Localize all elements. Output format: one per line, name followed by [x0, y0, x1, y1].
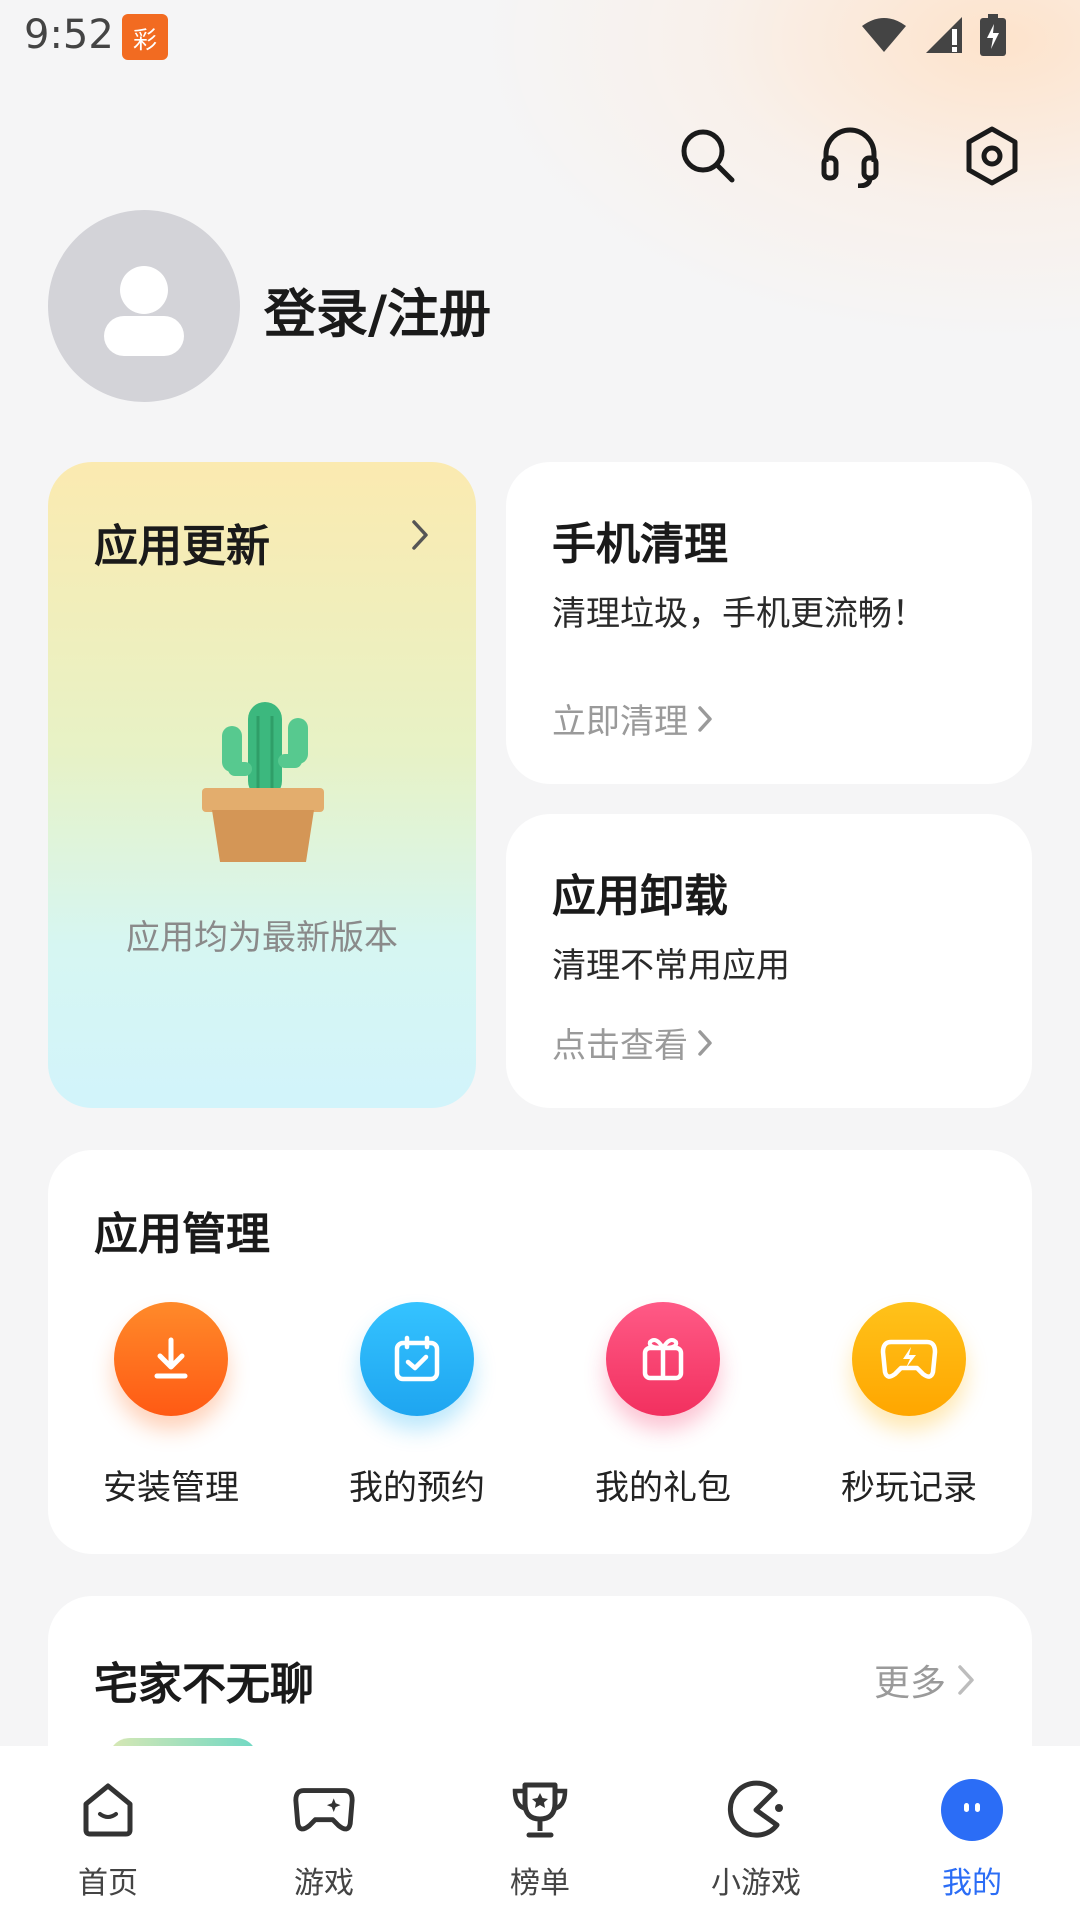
my-gift-packs-item[interactable]: 我的礼包 — [540, 1302, 786, 1509]
my-gift-packs-label: 我的礼包 — [595, 1468, 731, 1508]
more-label: 更多 — [873, 1663, 946, 1704]
gamepad-icon — [290, 1776, 358, 1844]
headset-icon — [821, 127, 879, 188]
login-register-link[interactable]: 登录/注册 — [264, 272, 491, 347]
home-icon — [74, 1776, 142, 1844]
status-time: 9:52 — [24, 12, 114, 58]
battery-icon — [980, 14, 1006, 56]
app-management-items: 安装管理 我的预约 我的礼包 秒玩记录 — [48, 1302, 1032, 1509]
app-management-card: 应用管理 安装管理 我的预约 我的礼包 秒玩记录 — [48, 1150, 1032, 1554]
nav-mini-games[interactable]: 小游戏 — [648, 1746, 864, 1920]
trophy-icon — [506, 1776, 574, 1844]
app-uninstall-title: 应用卸载 — [552, 871, 728, 922]
install-management-item[interactable]: 安装管理 — [48, 1302, 294, 1509]
nav-home[interactable]: 首页 — [0, 1746, 216, 1920]
install-management-label: 安装管理 — [103, 1468, 239, 1508]
flash-game-icon — [852, 1302, 966, 1416]
customer-service-button[interactable] — [818, 124, 882, 188]
chevron-right-icon — [698, 1029, 712, 1056]
app-management-title: 应用管理 — [94, 1209, 270, 1260]
phone-clean-subtitle: 清理垃圾，手机更流畅！ — [552, 594, 926, 634]
app-update-empty-text: 应用均为最新版本 — [126, 918, 398, 958]
download-icon — [114, 1302, 228, 1416]
view-uninstall-link[interactable]: 点击查看 — [552, 1018, 714, 1067]
signal-icon — [926, 17, 962, 53]
calendar-icon — [360, 1302, 474, 1416]
clean-now-link[interactable]: 立即清理 — [552, 694, 714, 743]
system-icons — [860, 14, 1006, 56]
avatar[interactable] — [48, 210, 240, 402]
app-uninstall-card[interactable]: 应用卸载 清理不常用应用 点击查看 — [506, 814, 1032, 1108]
chevron-right-icon — [412, 520, 428, 550]
search-icon — [681, 129, 735, 183]
stay-home-title: 宅家不无聊 — [94, 1659, 314, 1710]
instant-play-history-label: 秒玩记录 — [841, 1468, 977, 1508]
nav-rankings-label: 榜单 — [510, 1866, 570, 1901]
chevron-right-icon — [698, 705, 712, 732]
pacman-icon — [722, 1776, 790, 1844]
profile-icon — [938, 1776, 1006, 1844]
nav-games-label: 游戏 — [294, 1866, 354, 1901]
nav-profile-label: 我的 — [942, 1866, 1002, 1901]
user-placeholder-icon — [104, 266, 184, 356]
nav-games[interactable]: 游戏 — [216, 1746, 432, 1920]
view-uninstall-label: 点击查看 — [552, 1026, 688, 1066]
my-reservations-item[interactable]: 我的预约 — [294, 1302, 540, 1509]
nav-profile[interactable]: 我的 — [864, 1746, 1080, 1920]
bottom-navigation: 首页 游戏 榜单 小游戏 我的 — [0, 1746, 1080, 1920]
phone-clean-title: 手机清理 — [552, 519, 728, 570]
settings-icon — [966, 126, 1018, 186]
header-actions — [676, 124, 1024, 188]
app-uninstall-subtitle: 清理不常用应用 — [552, 946, 790, 986]
my-reservations-label: 我的预约 — [349, 1468, 485, 1508]
phone-clean-card[interactable]: 手机清理 清理垃圾，手机更流畅！ 立即清理 — [506, 462, 1032, 784]
app-update-card[interactable]: 应用更新 应用均为最新版本 — [48, 462, 476, 1108]
chevron-right-icon — [958, 1665, 974, 1695]
settings-button[interactable] — [960, 124, 1024, 188]
clean-now-label: 立即清理 — [552, 702, 688, 742]
search-button[interactable] — [676, 124, 740, 188]
gift-icon — [606, 1302, 720, 1416]
nav-rankings[interactable]: 榜单 — [432, 1746, 648, 1920]
wifi-icon — [862, 18, 906, 52]
instant-play-history-item[interactable]: 秒玩记录 — [786, 1302, 1032, 1509]
status-bar: 9:52 彩 — [0, 0, 1080, 72]
notification-app-icon: 彩 — [122, 14, 168, 60]
cactus-illustration — [202, 702, 324, 862]
more-link[interactable]: 更多 — [874, 1654, 976, 1706]
nav-mini-games-label: 小游戏 — [711, 1866, 801, 1901]
app-update-title: 应用更新 — [94, 521, 270, 572]
nav-home-label: 首页 — [78, 1866, 138, 1901]
